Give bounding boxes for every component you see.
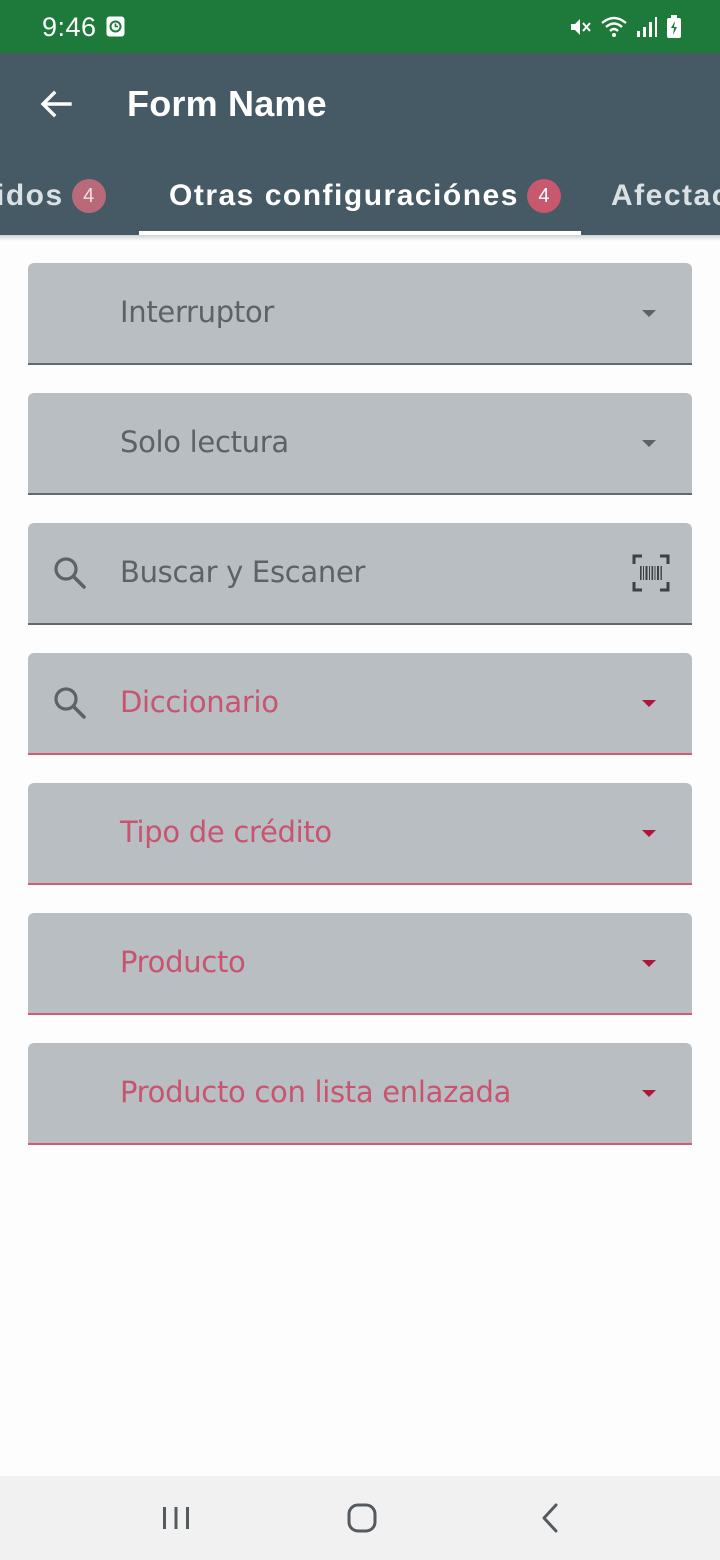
back-button[interactable] <box>30 81 82 127</box>
search-icon <box>54 557 86 589</box>
tab-label: Afectac <box>611 179 720 212</box>
tab-bar-shadow <box>0 235 720 241</box>
status-time: 9:46 <box>42 12 97 42</box>
diccionario-dropdown[interactable]: Diccionario <box>28 653 692 755</box>
dropdown-arrow-icon <box>642 960 656 967</box>
field-label: Buscar y Escaner <box>120 555 366 589</box>
dropdown-arrow-icon <box>642 310 656 317</box>
mute-icon <box>571 19 591 35</box>
arrow-left-icon <box>40 90 72 118</box>
field-label: Interruptor <box>120 295 275 329</box>
producto-dropdown[interactable]: Producto <box>28 913 692 1015</box>
battery-icon <box>667 15 681 38</box>
producto-lista-enlazada-dropdown[interactable]: Producto con lista enlazada <box>28 1043 692 1145</box>
dropdown-arrow-icon <box>642 1090 656 1097</box>
wifi-icon <box>601 16 627 37</box>
home-icon[interactable] <box>340 1498 384 1538</box>
tab-label: idos <box>0 179 64 212</box>
status-icons <box>568 14 682 40</box>
tab-previous[interactable]: idos 4 <box>0 157 106 235</box>
signal-icon <box>637 17 657 37</box>
system-nav-bar <box>0 1476 720 1560</box>
barcode-scan-icon[interactable] <box>632 554 670 592</box>
tab-next[interactable]: Afectac <box>611 157 720 235</box>
tipo-credito-dropdown[interactable]: Tipo de crédito <box>28 783 692 885</box>
back-icon[interactable] <box>528 1498 572 1538</box>
clock-icon <box>106 16 125 37</box>
field-label: Producto <box>120 945 246 979</box>
field-label: Solo lectura <box>120 425 289 459</box>
solo-lectura-dropdown[interactable]: Solo lectura <box>28 393 692 495</box>
field-label: Diccionario <box>120 685 279 719</box>
dropdown-arrow-icon <box>642 830 656 837</box>
search-icon <box>54 687 86 719</box>
tab-bar: idos 4 Otras configuraciónes 4 Afectac <box>0 157 720 235</box>
app-bar: Form Name idos 4 Otras configuraciónes 4… <box>0 53 720 235</box>
tab-label: Otras configuraciónes <box>169 179 519 212</box>
page-title: Form Name <box>127 83 327 124</box>
field-label: Producto con lista enlazada <box>120 1075 512 1109</box>
tab-badge: 4 <box>526 179 561 213</box>
interruptor-dropdown[interactable]: Interruptor <box>28 263 692 365</box>
dropdown-arrow-icon <box>642 440 656 447</box>
status-bar: 9:46 <box>0 0 720 53</box>
buscar-escaner-input[interactable]: Buscar y Escaner <box>28 523 692 625</box>
tab-badge: 4 <box>71 179 106 213</box>
dropdown-arrow-icon <box>642 700 656 707</box>
field-label: Tipo de crédito <box>120 815 332 849</box>
recent-apps-icon[interactable] <box>154 1498 198 1538</box>
tab-otras-configuraciones[interactable]: Otras configuraciónes 4 <box>169 157 561 235</box>
